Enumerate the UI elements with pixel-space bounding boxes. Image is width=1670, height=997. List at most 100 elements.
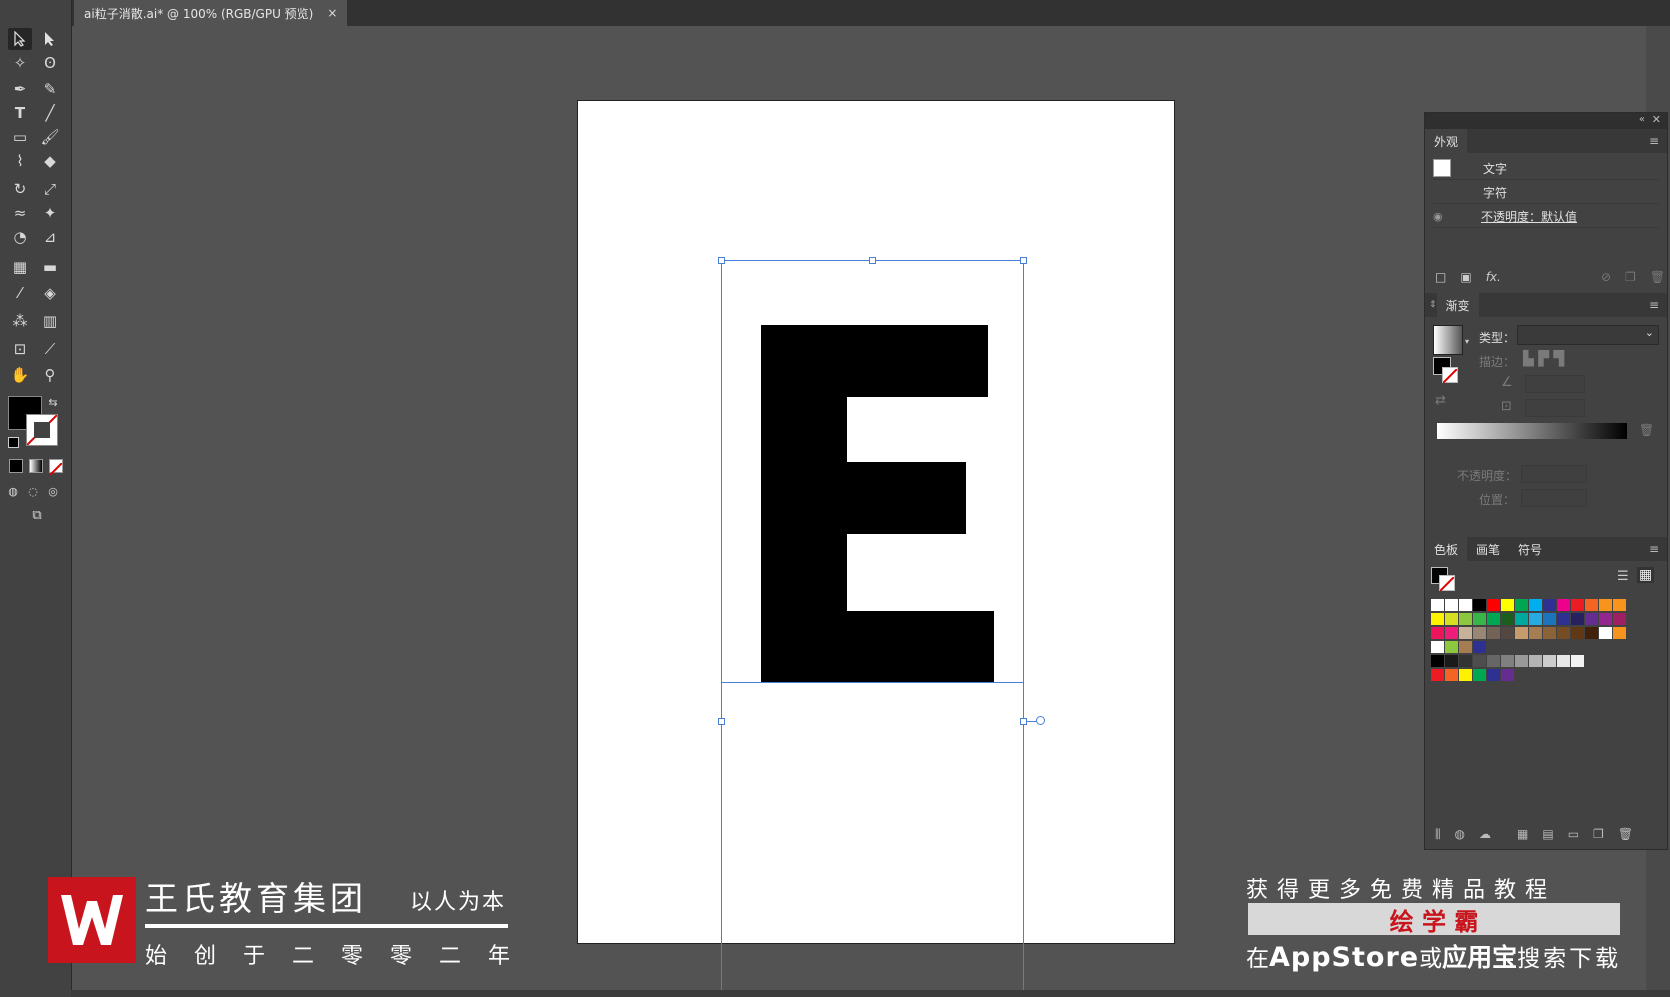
scale-tool-icon[interactable]: ⤢ [38,178,62,200]
delete-item-icon[interactable]: 🗑 [1650,270,1665,284]
screen-mode-icon[interactable]: ⧉ [24,504,50,526]
angle-input[interactable] [1525,375,1585,393]
clear-appearance-icon[interactable]: ⊘ [1601,270,1611,284]
eyedropper-tool-icon[interactable]: ⁄ [8,282,32,304]
delete-swatch-icon[interactable]: 🗑 [1618,827,1633,841]
aspect-ratio-input[interactable] [1525,399,1585,417]
color-swatch[interactable] [1613,613,1626,625]
delete-stop-icon[interactable]: 🗑 [1639,423,1654,437]
add-fill-icon[interactable]: ▣ [1460,270,1471,284]
pen-tool-icon[interactable]: ✒ [8,78,32,100]
zoom-tool-icon[interactable]: ⚲ [38,364,62,386]
hand-tool-icon[interactable]: ✋ [8,364,32,386]
color-swatch[interactable] [1613,599,1626,611]
gradient-tool-icon[interactable]: ▬ [38,256,62,278]
magic-wand-tool-icon[interactable]: ✧ [8,52,32,74]
none-mode-icon[interactable] [49,459,63,476]
curvature-tool-icon[interactable]: ✎ [38,78,62,100]
color-swatch[interactable] [1529,599,1542,611]
tab-gradient[interactable]: 渐变 [1436,293,1479,317]
duplicate-item-icon[interactable]: ❐ [1625,270,1636,284]
color-swatch[interactable] [1445,641,1458,653]
color-swatch[interactable] [1459,669,1472,681]
close-tab-icon[interactable]: × [327,6,337,20]
color-swatch[interactable] [1487,599,1500,611]
appearance-row-opacity[interactable]: ◉ 不透明度：默认值 [1433,205,1659,228]
rectangle-tool-icon[interactable]: ▭ [8,126,32,148]
panel-expand-icon[interactable]: ⇕ [1429,300,1437,310]
width-tool-icon[interactable]: ≈ [8,202,32,224]
appearance-row-text[interactable]: 文字 [1433,157,1659,180]
tab-brushes[interactable]: 画笔 [1467,537,1509,561]
color-swatch[interactable] [1487,627,1500,639]
color-swatch[interactable] [1473,613,1486,625]
color-swatch[interactable] [1431,613,1444,625]
swatch-stroke-indicator[interactable] [1439,575,1455,592]
tab-swatches[interactable]: 色板 [1425,537,1468,561]
direct-selection-tool-icon[interactable] [38,28,62,50]
swatch-options-icon[interactable]: ▤ [1542,827,1553,841]
gradient-preset-dropdown-icon[interactable]: ▾ [1465,337,1469,346]
type-tool-icon[interactable]: T [8,102,32,124]
color-group-edit-icon[interactable]: ▦ [1517,827,1528,841]
color-swatch[interactable] [1543,599,1556,611]
color-swatch[interactable] [1571,627,1584,639]
panel-menu-icon[interactable]: ≡ [1649,134,1659,148]
color-swatch[interactable] [1431,669,1444,681]
new-swatch-icon[interactable]: ❐ [1593,827,1604,841]
color-swatch[interactable] [1529,613,1542,625]
blend-tool-icon[interactable]: ◈ [38,282,62,304]
list-view-icon[interactable]: ☰ [1617,569,1629,584]
color-swatch[interactable] [1557,599,1570,611]
visibility-eye-icon[interactable]: ◉ [1433,210,1481,223]
default-colors-icon[interactable] [8,437,19,448]
color-swatch[interactable] [1543,613,1556,625]
swatch-kind-icon[interactable]: ◍ [1455,827,1465,841]
line-tool-icon[interactable]: ╱ [38,102,62,124]
panel-menu-icon[interactable]: ≡ [1649,542,1659,556]
color-swatch[interactable] [1445,599,1458,611]
draw-behind-icon[interactable]: ◌ [24,480,42,502]
gradient-mode-icon[interactable] [29,459,43,473]
add-stroke-icon[interactable]: □ [1435,270,1446,284]
color-swatch[interactable] [1585,613,1598,625]
color-swatch[interactable] [1445,613,1458,625]
color-swatch[interactable] [1473,599,1486,611]
color-swatch[interactable] [1459,655,1472,667]
color-swatch[interactable] [1459,599,1472,611]
shaper-tool-icon[interactable]: ⌇ [8,150,32,172]
cloud-library-icon[interactable]: ☁ [1479,827,1491,841]
color-swatch[interactable] [1473,627,1486,639]
color-swatch[interactable] [1557,613,1570,625]
appearance-row-character[interactable]: 字符 [1433,181,1659,204]
color-swatch[interactable] [1501,669,1514,681]
artboard-tool-icon[interactable]: ⊡ [8,338,32,360]
color-swatch[interactable] [1515,655,1528,667]
color-swatch[interactable] [1529,627,1542,639]
slice-tool-icon[interactable]: ⟋ [38,338,62,360]
color-swatch[interactable] [1571,655,1584,667]
symbol-sprayer-tool-icon[interactable]: ⁂ [8,310,32,332]
resize-handle-top-left[interactable] [718,257,725,264]
add-effect-icon[interactable]: fx. [1486,270,1501,284]
graph-tool-icon[interactable]: ▥ [38,310,62,332]
color-swatch[interactable] [1501,599,1514,611]
tab-appearance[interactable]: 外观 [1425,129,1468,153]
color-swatch[interactable] [1487,613,1500,625]
gradient-stroke-swatch[interactable] [1442,367,1458,384]
tab-symbols[interactable]: 符号 [1509,537,1551,561]
shape-builder-tool-icon[interactable]: ◔ [8,226,32,248]
color-swatch[interactable] [1431,599,1444,611]
resize-handle-left[interactable] [718,718,725,725]
color-swatch[interactable] [1473,641,1486,653]
gradient-preview[interactable] [1433,325,1463,355]
color-swatch[interactable] [1599,613,1612,625]
stroke-option-icon[interactable]: ▙ ▛ ▜ [1523,351,1564,367]
color-swatch[interactable] [1515,613,1528,625]
color-swatch[interactable] [1459,613,1472,625]
rotate-tool-icon[interactable]: ↻ [8,178,32,200]
color-swatch[interactable] [1473,669,1486,681]
draw-inside-icon[interactable]: ◎ [44,480,62,502]
collapse-panel-icon[interactable]: « [1639,114,1645,125]
stop-opacity-input[interactable] [1521,465,1587,483]
